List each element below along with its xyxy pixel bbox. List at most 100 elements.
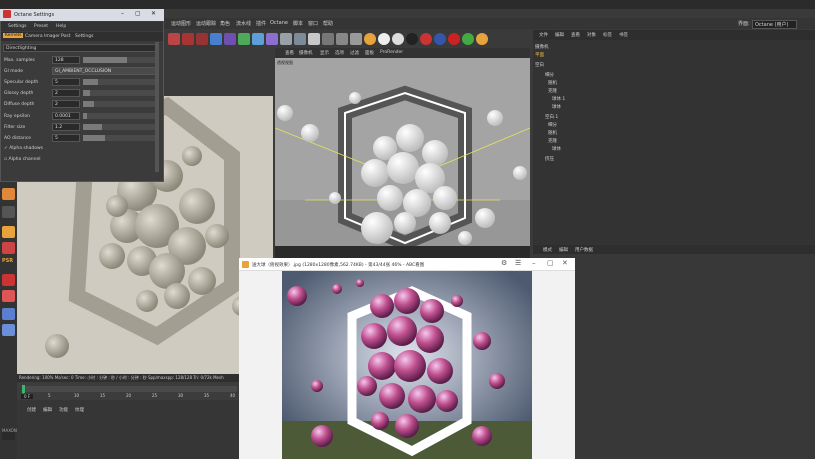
mat-menu-function[interactable]: 功能 xyxy=(59,407,68,413)
param-slider[interactable] xyxy=(83,101,157,107)
deformer-icon[interactable] xyxy=(266,33,278,45)
vp-menu-options[interactable]: 选项 xyxy=(335,50,344,56)
menu-character[interactable]: 角色 xyxy=(220,20,230,27)
param-slider[interactable] xyxy=(83,57,157,63)
menu-window[interactable]: 窗口 xyxy=(308,20,318,27)
param-value[interactable]: 0.0001 xyxy=(52,112,80,120)
octane-titlebar[interactable]: Octane Settings – ▢ ✕ xyxy=(0,9,164,21)
menu-pipeline[interactable]: 流水线 xyxy=(236,20,251,27)
menu-octane[interactable]: Octane xyxy=(270,20,288,26)
menu-plugins[interactable]: 插件 xyxy=(256,20,266,27)
point-mode-icon[interactable] xyxy=(2,274,15,286)
om-item[interactable]: 细分 xyxy=(548,122,557,130)
tab-settings[interactable]: Settings xyxy=(75,34,93,39)
array-icon[interactable] xyxy=(252,33,264,45)
om-item[interactable]: 挤压 xyxy=(545,156,554,164)
vp-menu-view[interactable]: 查看 xyxy=(285,50,294,56)
octane-white-icon[interactable] xyxy=(378,33,390,45)
tab-post[interactable]: Post xyxy=(61,34,70,39)
sphere-icon[interactable] xyxy=(322,33,334,45)
param-slider[interactable] xyxy=(83,124,157,130)
octane-scrollbar[interactable] xyxy=(155,42,159,172)
om-menu-edit[interactable]: 编辑 xyxy=(555,32,564,38)
om-menu-view[interactable]: 查看 xyxy=(571,32,580,38)
om-menu-tags[interactable]: 标签 xyxy=(603,32,612,38)
mat-menu-texture[interactable]: 纹理 xyxy=(75,407,84,413)
om-item[interactable]: 随机 xyxy=(548,80,557,88)
vp-menu-filter[interactable]: 过滤 xyxy=(350,50,359,56)
attr-menu-userdata[interactable]: 用户数据 xyxy=(575,247,593,253)
sphere-alt-icon[interactable] xyxy=(336,33,348,45)
vp-menu-prorender[interactable]: ProRender xyxy=(380,50,403,55)
viewer-close-icon[interactable]: ✕ xyxy=(562,259,568,267)
mat-menu-edit[interactable]: 编辑 xyxy=(43,407,52,413)
menu-help[interactable]: 帮助 xyxy=(323,20,333,27)
octane-menu-help[interactable]: Help xyxy=(56,24,66,29)
model-mode-icon[interactable] xyxy=(2,206,15,218)
om-item[interactable]: 平面 xyxy=(535,52,544,60)
timeline-track[interactable] xyxy=(23,386,237,392)
cube-icon[interactable] xyxy=(210,33,222,45)
om-item[interactable]: 随机 xyxy=(548,130,557,138)
uv-mode-icon[interactable] xyxy=(2,324,15,336)
layout-select[interactable]: Octane (用户) xyxy=(752,20,798,29)
current-frame-field[interactable]: 0 F xyxy=(21,394,34,399)
viewer-settings-icon[interactable]: ⚙ xyxy=(501,259,507,267)
kernel-select[interactable]: Directlighting xyxy=(3,44,158,52)
param-value[interactable]: 5 xyxy=(52,78,80,86)
octane-diffuse-icon[interactable] xyxy=(392,33,404,45)
minimize-icon[interactable]: – xyxy=(121,10,124,17)
vp-menu-camera[interactable]: 摄像机 xyxy=(299,50,313,56)
s-badge-icon[interactable] xyxy=(2,226,15,238)
perspective-viewport[interactable]: 透视视图 xyxy=(275,58,530,258)
param-slider[interactable] xyxy=(83,113,157,119)
floor-icon[interactable] xyxy=(280,33,292,45)
param-slider[interactable] xyxy=(83,90,157,96)
viewer-maximize-icon[interactable]: ▢ xyxy=(547,259,554,267)
render-view-icon[interactable] xyxy=(168,33,180,45)
psr-icon[interactable]: PSR xyxy=(2,258,15,270)
attr-menu-mode[interactable]: 模式 xyxy=(543,247,552,253)
attr-menu-edit[interactable]: 编辑 xyxy=(559,247,568,253)
menu-script[interactable]: 脚本 xyxy=(293,20,303,27)
om-item[interactable]: 摄像机 xyxy=(535,44,549,52)
close-icon[interactable]: ✕ xyxy=(151,10,156,17)
pen-icon[interactable] xyxy=(224,33,236,45)
param-value[interactable]: 2 xyxy=(52,89,80,97)
sun-icon[interactable] xyxy=(364,33,376,45)
timeline[interactable]: 0 5 10 15 20 25 30 35 40 xyxy=(17,382,240,400)
vp-menu-panel[interactable]: 面板 xyxy=(365,50,374,56)
om-item[interactable]: 克隆 xyxy=(548,138,557,146)
menu-motion-tracking[interactable]: 运动跟踪 xyxy=(196,20,216,27)
octane-red-icon[interactable] xyxy=(420,33,432,45)
param-value[interactable]: 128 xyxy=(52,56,80,64)
octane-orange-icon[interactable] xyxy=(476,33,488,45)
om-menu-bookmarks[interactable]: 书签 xyxy=(619,32,628,38)
gi-mode-select[interactable]: GI_AMBIENT_OCCLUSION xyxy=(52,67,156,75)
snap-icon[interactable] xyxy=(2,188,15,200)
render-settings-icon[interactable] xyxy=(196,33,208,45)
octane-menu-settings[interactable]: Settings xyxy=(8,24,26,29)
viewer-menu-icon[interactable]: ☰ xyxy=(515,259,521,267)
vp-menu-display[interactable]: 显示 xyxy=(320,50,329,56)
alpha-channel-checkbox[interactable]: ▫ Alpha channel xyxy=(4,157,41,162)
edge-mode-icon[interactable] xyxy=(2,290,15,302)
tab-kernels[interactable]: Kernels xyxy=(3,33,24,38)
render-image[interactable] xyxy=(282,271,532,459)
subdivision-icon[interactable] xyxy=(238,33,250,45)
om-item[interactable]: 球体.1 xyxy=(552,96,565,104)
param-value[interactable]: 2 xyxy=(52,100,80,108)
om-menu-file[interactable]: 文件 xyxy=(539,32,548,38)
tab-camera-imager[interactable]: Camera Imager xyxy=(25,34,60,39)
polygon-mode-icon[interactable] xyxy=(2,308,15,320)
mat-menu-create[interactable]: 创建 xyxy=(27,407,36,413)
alpha-shadows-checkbox[interactable]: ✓ Alpha shadows xyxy=(4,146,43,151)
om-item[interactable]: 细分 xyxy=(545,72,554,80)
octane-env-icon[interactable] xyxy=(406,33,418,45)
param-slider[interactable] xyxy=(83,135,157,141)
param-value[interactable]: 1.2 xyxy=(52,123,80,131)
menu-motion-graphics[interactable]: 运动图形 xyxy=(171,20,191,27)
workplane-icon[interactable] xyxy=(2,242,15,254)
om-item[interactable]: 克隆 xyxy=(548,88,557,96)
om-item[interactable]: 空白.1 xyxy=(545,114,558,122)
